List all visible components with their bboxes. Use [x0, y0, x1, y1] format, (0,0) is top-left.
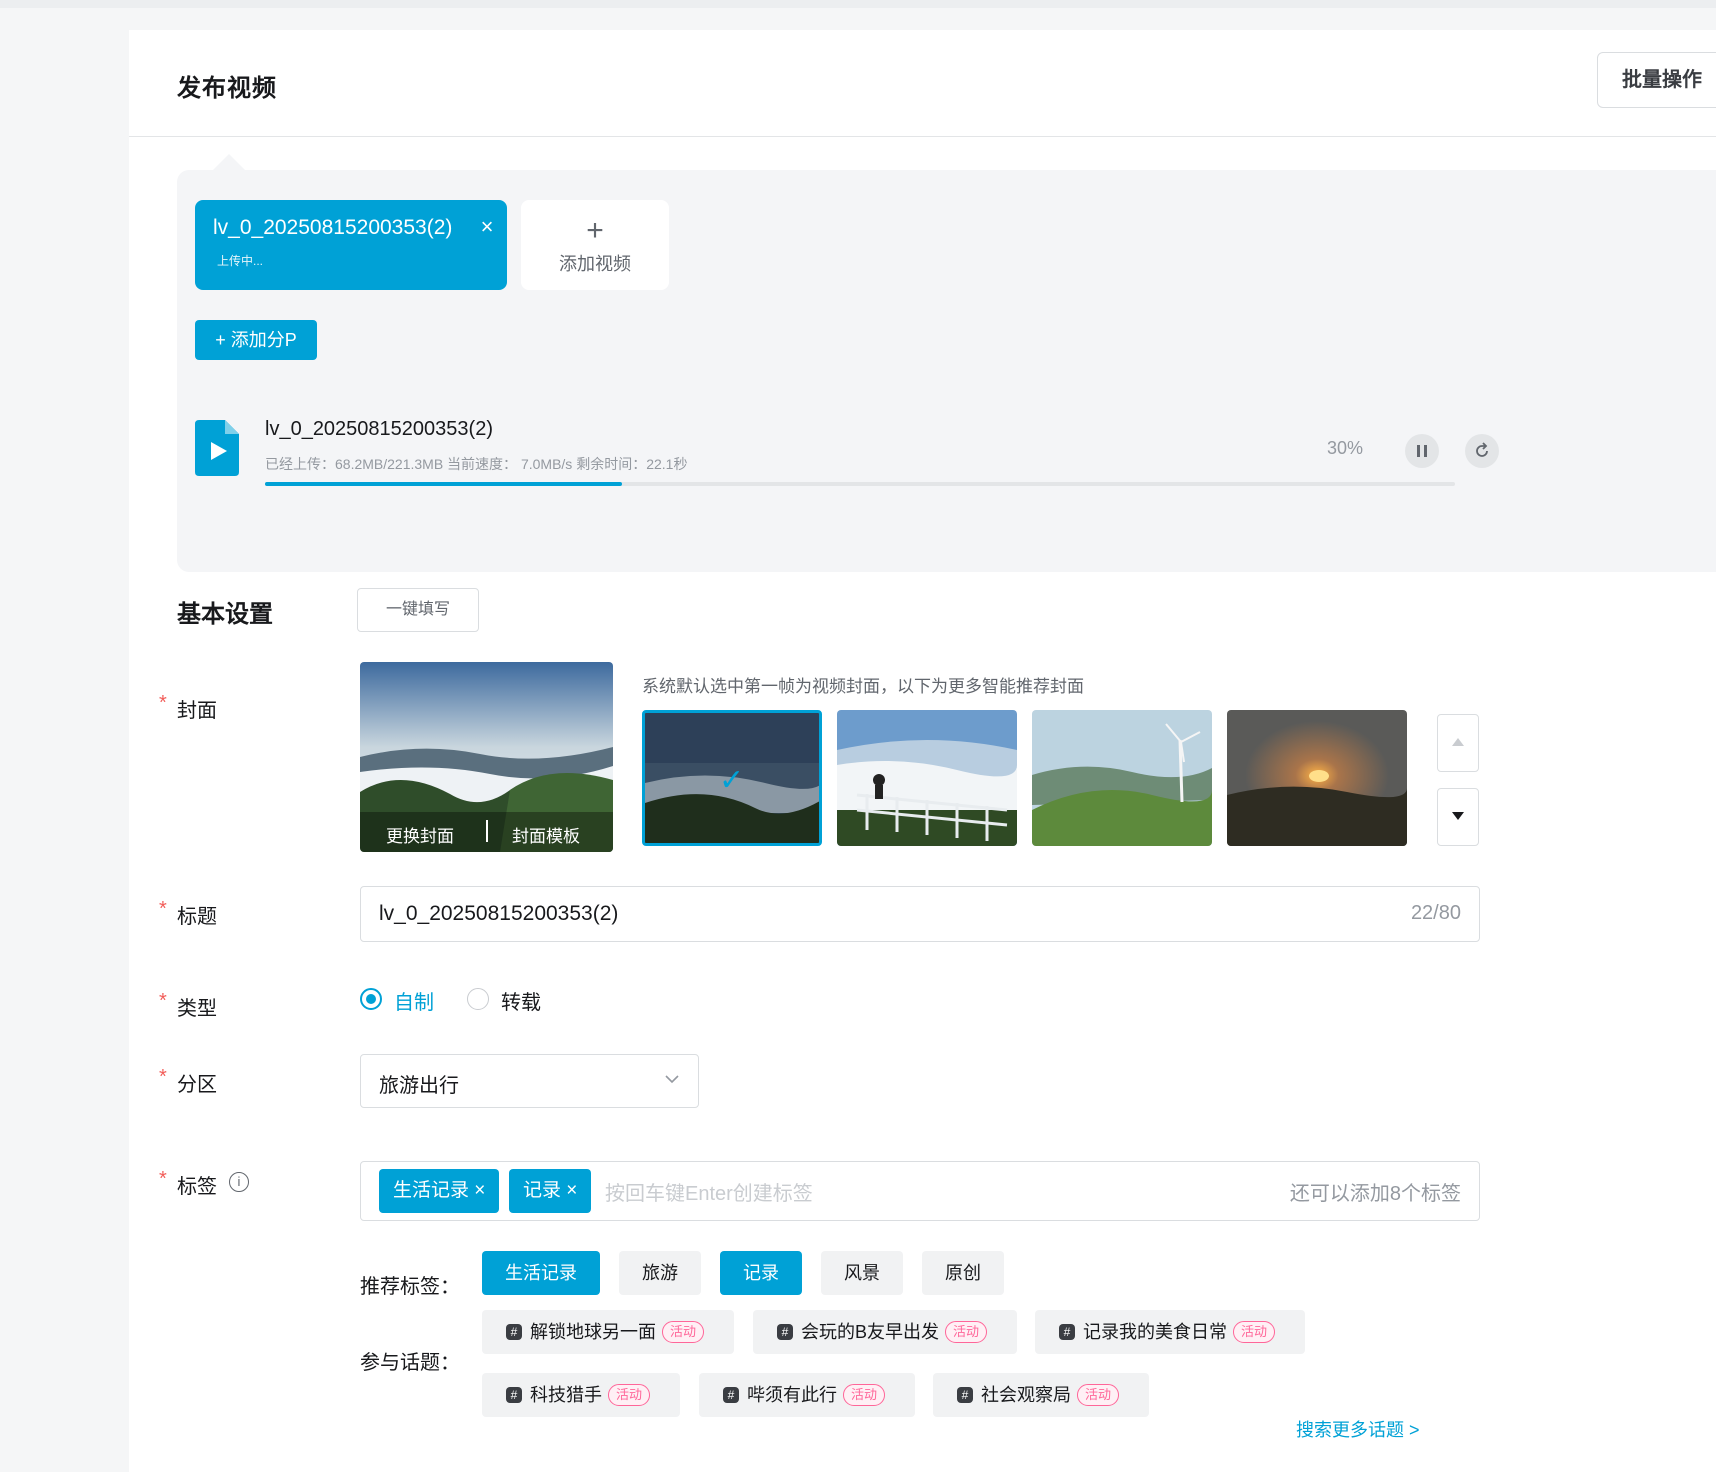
- page-title: 发布视频: [177, 75, 277, 102]
- topic-chip[interactable]: # 解锁地球另一面 活动: [482, 1310, 734, 1354]
- cover-hint: 系统默认选中第一帧为视频封面，以下为更多智能推荐封面: [642, 677, 1084, 696]
- cover-option-image: [837, 710, 1017, 846]
- zone-select[interactable]: 旅游出行: [360, 1054, 699, 1108]
- triangle-down-icon: [1452, 812, 1464, 820]
- search-more-topics-link[interactable]: 搜索更多话题 >: [1296, 1416, 1420, 1442]
- type-label: * 类型: [159, 990, 217, 1020]
- topic-chip[interactable]: # 科技猎手 活动: [482, 1373, 680, 1417]
- cover-template-button[interactable]: 封面模板: [512, 822, 580, 847]
- upload-filename: lv_0_20250815200353(2): [265, 418, 493, 440]
- add-video-label: 添加视频: [559, 254, 631, 274]
- required-mark: *: [159, 692, 167, 714]
- add-part-button[interactable]: + 添加分P: [195, 320, 317, 360]
- title-value: lv_0_20250815200353(2): [379, 902, 619, 925]
- tag-chip[interactable]: 生活记录 ×: [379, 1169, 500, 1213]
- required-mark: *: [159, 1168, 167, 1190]
- cover-option-image: [1032, 710, 1212, 846]
- scroll-down-button[interactable]: [1437, 788, 1479, 846]
- chevron-down-icon: [665, 1075, 679, 1084]
- upload-panel-caret: [213, 154, 245, 170]
- radio-label: 自制: [394, 992, 434, 1014]
- recommended-tags-label: 推荐标签：: [360, 1276, 460, 1298]
- tags-label: * 标签: [159, 1168, 217, 1198]
- add-video-button[interactable]: + 添加视频: [521, 200, 669, 290]
- activity-badge: 活动: [1233, 1320, 1276, 1343]
- basic-settings-title: 基本设置: [177, 601, 273, 628]
- change-cover-button[interactable]: 更换封面: [386, 822, 454, 847]
- tag-input-box[interactable]: 生活记录 × 记录 × 按回车键Enter创建标签 还可以添加8个标签: [360, 1161, 1480, 1221]
- scroll-up-button[interactable]: [1437, 714, 1479, 772]
- batch-operation-button[interactable]: 批量操作: [1597, 52, 1716, 108]
- required-mark: *: [159, 990, 167, 1012]
- publish-card: 发布视频 批量操作 lv_0_20250815200353(2) 上传中... …: [129, 30, 1716, 1472]
- zone-label: * 分区: [159, 1066, 217, 1096]
- page-header: 发布视频 批量操作: [129, 30, 1716, 137]
- cover-option-image: [1227, 710, 1407, 846]
- title-input[interactable]: lv_0_20250815200353(2) 22/80: [360, 886, 1480, 942]
- radio-label: 转载: [501, 992, 541, 1014]
- recommended-tag[interactable]: 风景: [821, 1251, 903, 1295]
- triangle-up-icon: [1452, 738, 1464, 746]
- required-mark: *: [159, 1066, 167, 1088]
- top-strip: [0, 0, 1716, 8]
- topic-chip[interactable]: # 社会观察局 活动: [933, 1373, 1149, 1417]
- cover-option[interactable]: ✓: [642, 710, 822, 846]
- activity-badge: 活动: [945, 1320, 988, 1343]
- video-file-icon: [195, 420, 239, 476]
- file-tab-name: lv_0_20250815200353(2): [213, 216, 453, 239]
- tag-chip[interactable]: 记录 ×: [509, 1169, 592, 1213]
- upload-progress-fill: [265, 482, 622, 486]
- upload-progress-bar: [265, 482, 1455, 486]
- cover-image[interactable]: 更换封面 封面模板: [360, 662, 613, 852]
- pause-icon[interactable]: [1405, 434, 1439, 468]
- cover-option[interactable]: [1032, 710, 1212, 846]
- refresh-icon[interactable]: [1465, 434, 1499, 468]
- topic-chip[interactable]: # 记录我的美食日常 活动: [1035, 1310, 1305, 1354]
- recommended-tag[interactable]: 原创: [922, 1251, 1004, 1295]
- cover-label: * 封面: [159, 692, 217, 722]
- cover-action-bar: 更换封面 封面模板: [360, 812, 613, 852]
- recommended-tag[interactable]: 记录: [720, 1251, 802, 1295]
- topic-chip[interactable]: # 哔须有此行 活动: [699, 1373, 915, 1417]
- file-tab[interactable]: lv_0_20250815200353(2) 上传中... ×: [195, 200, 507, 290]
- hashtag-icon: #: [506, 1323, 522, 1340]
- hashtag-icon: #: [723, 1386, 739, 1403]
- upload-percent: 30%: [1327, 438, 1364, 458]
- cover-option[interactable]: [1227, 710, 1407, 846]
- info-icon[interactable]: i: [229, 1172, 249, 1192]
- file-tab-status: 上传中...: [217, 254, 264, 268]
- upload-panel: lv_0_20250815200353(2) 上传中... × + 添加视频 +…: [177, 170, 1716, 572]
- title-label: * 标题: [159, 898, 217, 928]
- hashtag-icon: #: [957, 1386, 973, 1403]
- close-icon[interactable]: ×: [475, 214, 499, 240]
- topic-chip[interactable]: # 会玩的B友早出发 活动: [753, 1310, 1017, 1354]
- topics-label: 参与话题：: [360, 1352, 460, 1374]
- plus-icon: +: [586, 214, 604, 247]
- activity-badge: 活动: [608, 1383, 651, 1406]
- autofill-button[interactable]: 一键填写: [357, 588, 479, 632]
- activity-badge: 活动: [662, 1320, 705, 1343]
- required-mark: *: [159, 898, 167, 920]
- cover-option[interactable]: [837, 710, 1017, 846]
- zone-value: 旅游出行: [379, 1075, 459, 1097]
- tag-remaining-count: 还可以添加8个标签: [1289, 1183, 1461, 1205]
- radio-selected-icon: [360, 988, 382, 1010]
- recommended-tag[interactable]: 旅游: [619, 1251, 701, 1295]
- activity-badge: 活动: [843, 1383, 886, 1406]
- divider: [486, 820, 488, 842]
- hashtag-icon: #: [506, 1386, 522, 1403]
- hashtag-icon: #: [1059, 1323, 1075, 1340]
- activity-badge: 活动: [1077, 1383, 1120, 1406]
- upload-info: 已经上传：68.2MB/221.3MB 当前速度： 7.0MB/s 剩余时间：2…: [265, 456, 688, 472]
- recommended-tag[interactable]: 生活记录: [482, 1251, 600, 1295]
- check-icon: ✓: [719, 764, 745, 797]
- radio-unselected-icon: [467, 988, 489, 1010]
- hashtag-icon: #: [777, 1323, 793, 1340]
- tag-input-placeholder[interactable]: 按回车键Enter创建标签: [605, 1177, 813, 1206]
- title-char-count: 22/80: [1410, 902, 1461, 924]
